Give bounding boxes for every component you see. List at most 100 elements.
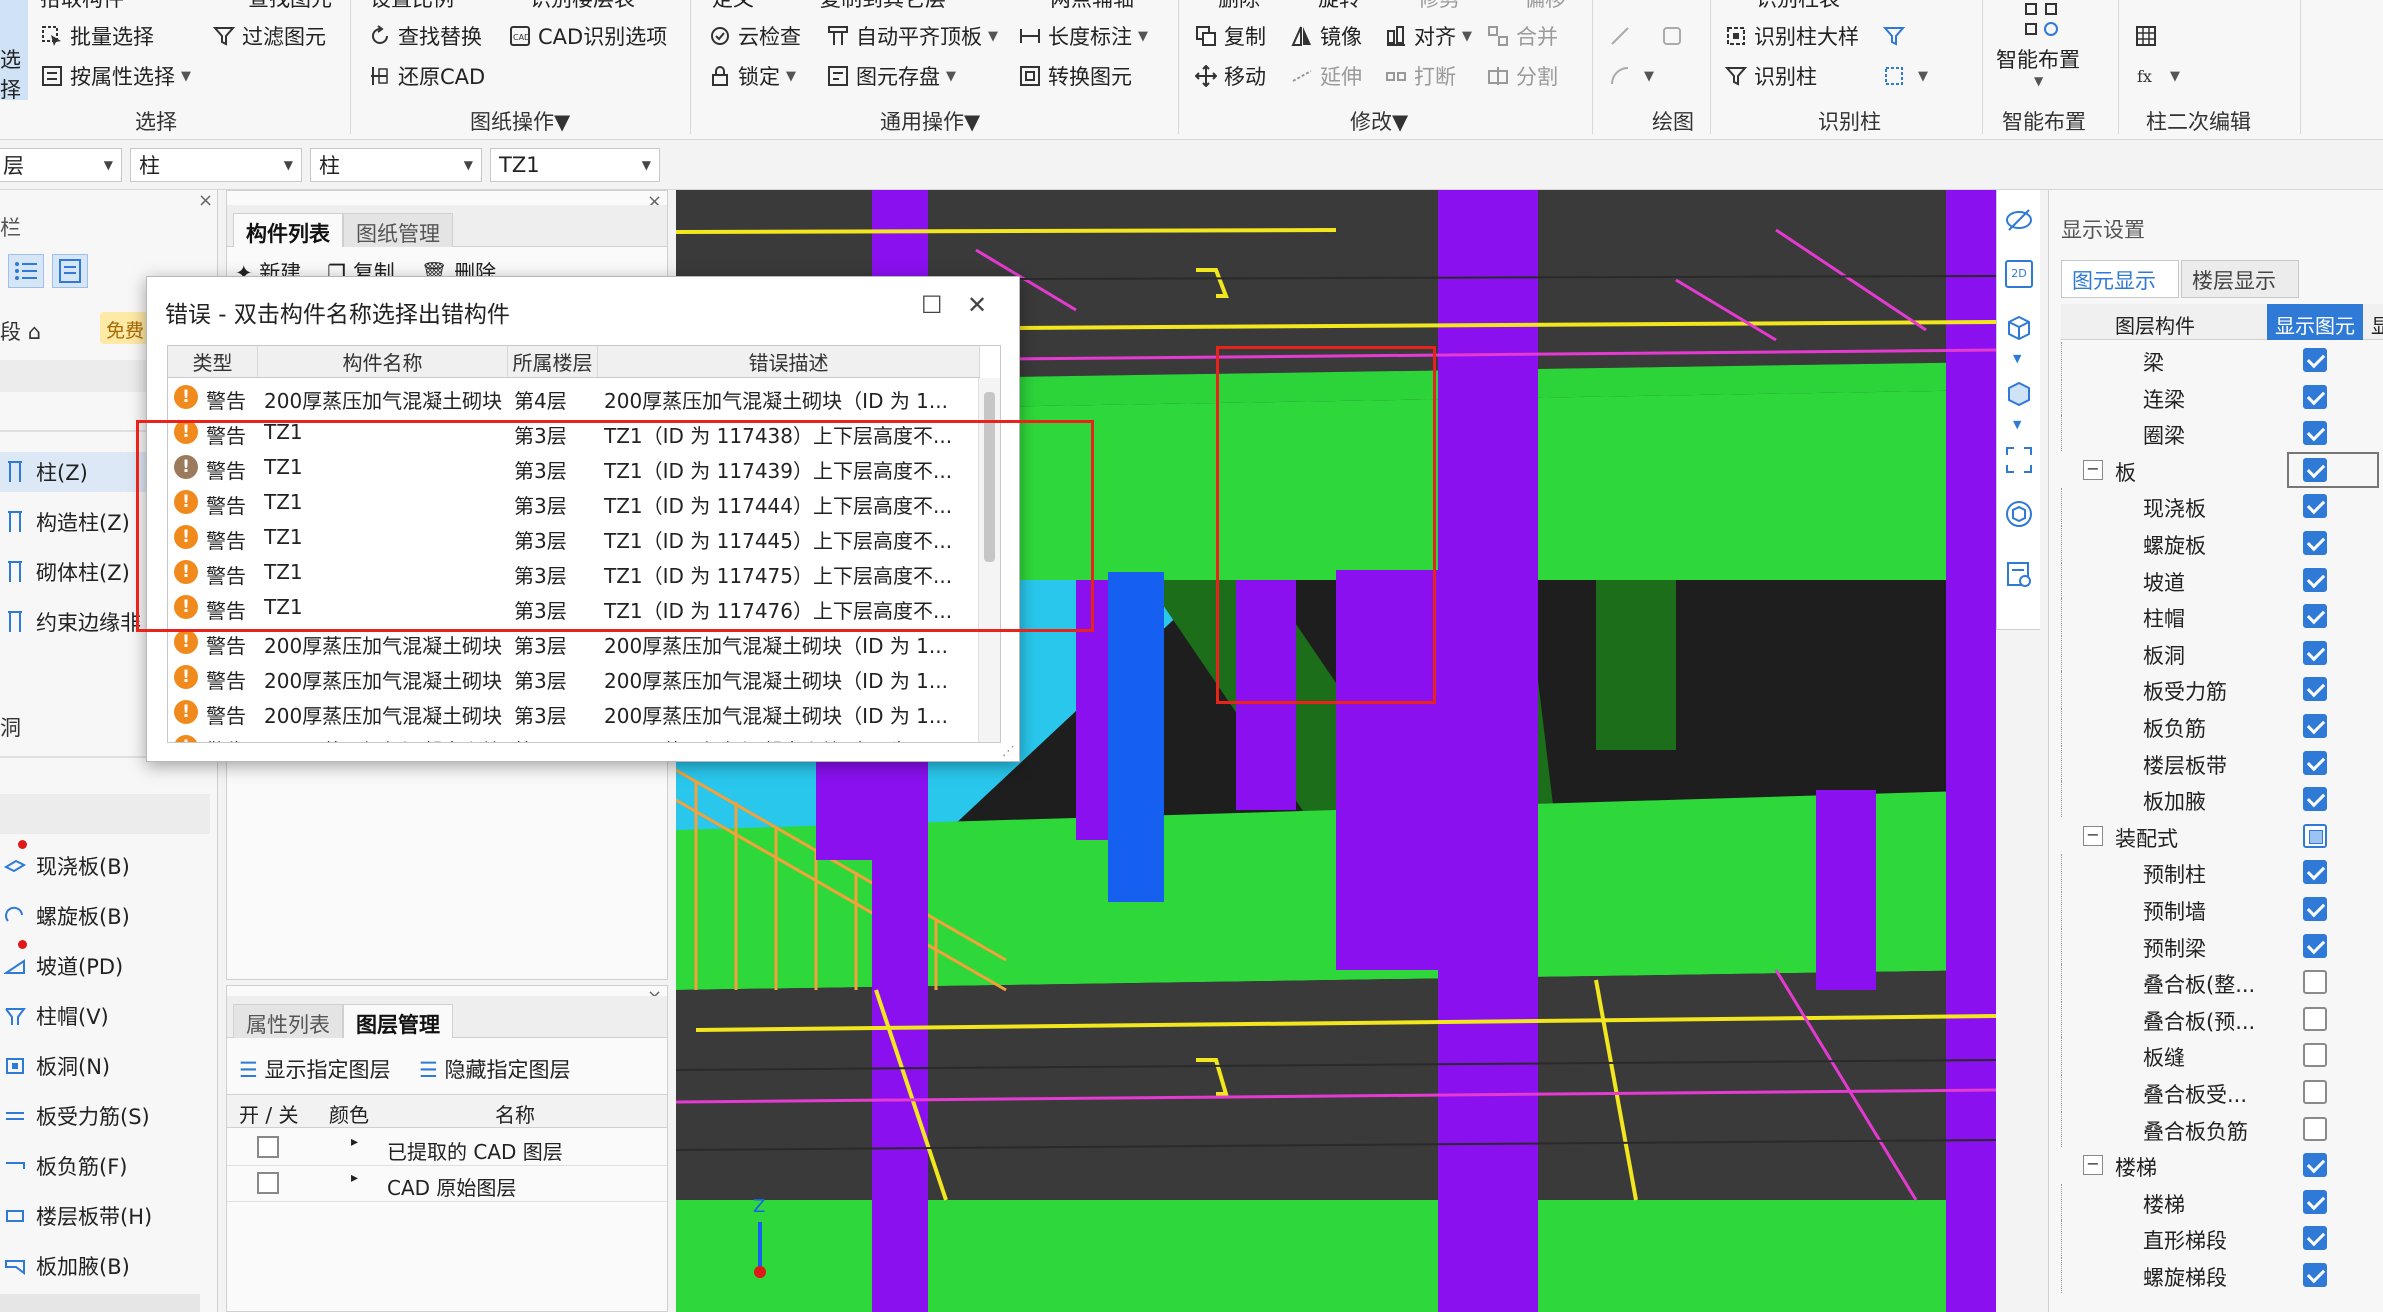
move-button[interactable]: 移动	[1194, 60, 1266, 92]
nav-item-ramp[interactable]: 坡道(PD)	[0, 946, 210, 986]
define-button[interactable]: 定义	[712, 0, 754, 14]
selected-column[interactable]	[1108, 572, 1164, 902]
display-tree-item[interactable]: 预制梁	[2061, 927, 2383, 964]
show-element-checkbox[interactable]	[2303, 567, 2327, 592]
extend-button[interactable]: 延伸	[1290, 60, 1362, 92]
view-solid-button[interactable]	[2005, 380, 2033, 408]
nav-group-opening[interactable]: 洞	[0, 712, 21, 742]
show-element-checkbox[interactable]	[2303, 531, 2327, 555]
show-element-checkbox[interactable]	[2303, 640, 2327, 665]
error-row[interactable]: ! 警告 200厚蒸压加气混凝土砌块第3层 200厚蒸压加气混凝土砌块（ID 为 1.…	[168, 659, 978, 694]
offset-button[interactable]: 偏移	[1524, 0, 1566, 14]
expand-arrow-icon[interactable]: ▸	[351, 1170, 358, 1186]
type-select[interactable]: 柱 ▼	[310, 148, 482, 182]
nav-item-spiral-slab[interactable]: 螺旋板(B)	[0, 896, 210, 936]
drawing-ops-group-label[interactable]: 图纸操作▼	[470, 106, 570, 136]
error-component-name[interactable]: 200厚蒸压加气混凝土砌块	[264, 665, 504, 694]
show-element-checkbox[interactable]	[2303, 1189, 2327, 1214]
show-element-checkbox[interactable]	[2303, 750, 2327, 775]
display-tree-item[interactable]: 叠合板受...	[2061, 1074, 2383, 1110]
error-component-name[interactable]: 200厚蒸压加气混凝土砌块	[264, 700, 504, 729]
display-tree-item[interactable]: − 楼梯	[2061, 1147, 2383, 1183]
display-tree-item[interactable]: 板负筋	[2061, 708, 2383, 744]
pick-component-button[interactable]: 拾取构件	[40, 0, 124, 14]
display-tree-item[interactable]: 预制墙	[2061, 891, 2383, 927]
nav-item-slab-rebar[interactable]: 板受力筋(S)	[0, 1096, 210, 1136]
error-component-name[interactable]: 200厚蒸压加气混凝土砌块	[264, 385, 504, 414]
align-button[interactable]: 对齐 ▼	[1384, 20, 1472, 52]
cloud-check-button[interactable]: 云检查	[708, 20, 801, 52]
trim-button[interactable]: 修剪	[1418, 0, 1460, 14]
show-element-checkbox[interactable]	[2303, 457, 2327, 482]
detail-view-button[interactable]	[52, 254, 88, 288]
error-component-name[interactable]: 200厚蒸压加气混凝土砌块	[264, 630, 504, 659]
col-box-select-button[interactable]: ▼	[1882, 60, 1928, 92]
display-tree-item[interactable]: 板加腋	[2061, 781, 2383, 818]
mirror-button[interactable]: 镜像	[1290, 20, 1362, 52]
nav-item-slab-opening[interactable]: 板洞(N)	[0, 1046, 210, 1086]
select-big-button[interactable]: 选择	[0, 0, 28, 102]
col-table-button[interactable]	[2134, 20, 2164, 52]
component-select[interactable]: TZ1 ▼	[490, 148, 660, 182]
show-element-checkbox[interactable]	[2303, 1006, 2327, 1031]
show-element-checkbox[interactable]	[2303, 933, 2327, 958]
break-button[interactable]: 打断	[1384, 60, 1456, 92]
find-replace-button[interactable]: 查找替换	[368, 20, 482, 52]
smart-layout-button[interactable]: 智能布置 ▼	[1994, 0, 2090, 100]
display-tree-item[interactable]: 圈梁	[2061, 415, 2383, 452]
collapse-toggle-icon[interactable]: −	[2083, 825, 2103, 846]
copy-to-floors-button[interactable]: 复制到其它层	[820, 0, 946, 14]
tab-element-display[interactable]: 图元显示	[2061, 260, 2179, 298]
tab-property-list[interactable]: 属性列表	[233, 1004, 343, 1038]
recognize-floor-table-button[interactable]: 识别楼层表	[530, 0, 635, 14]
show-element-checkbox[interactable]	[2303, 494, 2327, 519]
resize-grip-icon[interactable]: ⋰	[1002, 744, 1015, 759]
display-tree-item[interactable]: 叠合板负筋	[2061, 1110, 2383, 1147]
layer-toggle-checkbox[interactable]	[257, 1136, 279, 1158]
nav-item-slab-neg-rebar[interactable]: 板负筋(F)	[0, 1146, 210, 1186]
select-by-attribute-button[interactable]: 按属性选择 ▼	[40, 60, 191, 92]
col-filter-button[interactable]	[1882, 20, 1912, 52]
show-element-checkbox[interactable]	[2303, 1226, 2327, 1251]
display-settings-button[interactable]	[2005, 560, 2033, 588]
lock-button[interactable]: 锁定 ▼	[708, 60, 796, 92]
display-tree-item[interactable]: 直形梯段	[2061, 1220, 2383, 1257]
show-element-checkbox[interactable]	[2303, 1153, 2327, 1178]
two-point-axis-button[interactable]: 两点辅轴	[1050, 0, 1134, 14]
display-tree-item[interactable]: 现浇板	[2061, 488, 2383, 525]
draw-line-button[interactable]	[1608, 20, 1638, 52]
show-element-checkbox[interactable]	[2303, 823, 2327, 848]
display-tree-item[interactable]: 楼层板带	[2061, 744, 2383, 781]
close-icon[interactable]: ×	[198, 190, 213, 211]
draw-rect-button[interactable]	[1660, 20, 1690, 52]
list-view-button[interactable]	[8, 254, 44, 288]
display-tree-item[interactable]: 螺旋梯段	[2061, 1257, 2383, 1293]
close-icon[interactable]: ✕	[967, 291, 987, 319]
view-2d-button[interactable]: 2D	[2005, 260, 2033, 288]
batch-select-button[interactable]: 批量选择	[40, 20, 154, 52]
show-element-checkbox[interactable]	[2303, 604, 2327, 629]
show-element-checkbox[interactable]	[2303, 384, 2327, 409]
show-element-checkbox[interactable]	[2303, 421, 2327, 446]
filter-elements-button[interactable]: 过滤图元	[212, 20, 326, 52]
show-element-checkbox[interactable]	[2303, 1043, 2327, 1068]
view-3d-button[interactable]	[2005, 314, 2033, 342]
auto-level-slab-button[interactable]: 自动平齐顶板 ▼	[826, 20, 998, 52]
recognize-col-table-button[interactable]: 识别柱表	[1756, 0, 1840, 14]
display-tree-item[interactable]: 板受力筋	[2061, 671, 2383, 708]
tab-layer-manage[interactable]: 图层管理	[343, 1004, 453, 1038]
display-tree-item[interactable]: 板缝	[2061, 1037, 2383, 1074]
show-element-checkbox[interactable]	[2303, 677, 2327, 702]
floor-select[interactable]: 层 ▼	[0, 148, 122, 182]
rotate-button[interactable]: 旋转	[1318, 0, 1360, 14]
col-formula-button[interactable]: fx ▼	[2134, 60, 2180, 92]
tab-floor-display[interactable]: 楼层显示	[2181, 260, 2299, 298]
draw-arc-button[interactable]: ▼	[1608, 60, 1654, 92]
expand-arrow-icon[interactable]: ▸	[351, 1134, 358, 1150]
show-element-checkbox[interactable]	[2303, 787, 2327, 812]
orbit-button[interactable]	[2005, 206, 2033, 234]
recognize-col-detail-button[interactable]: 识别柱大样	[1724, 20, 1859, 52]
show-element-checkbox[interactable]	[2303, 1080, 2327, 1104]
maximize-icon[interactable]: ☐	[921, 291, 943, 319]
view-mode-button[interactable]	[2005, 500, 2033, 528]
